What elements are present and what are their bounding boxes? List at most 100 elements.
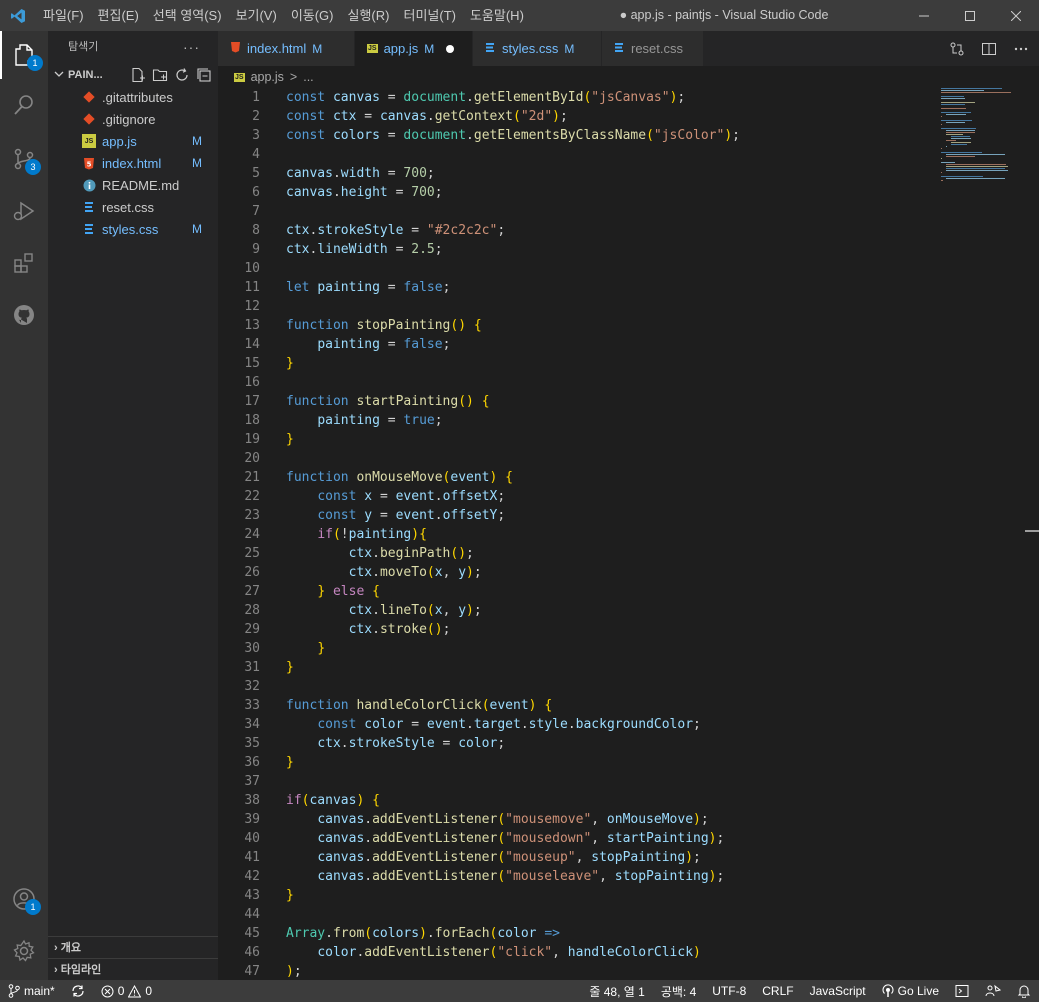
tab-index-html[interactable]: index.html M <box>218 31 355 66</box>
line-number: 26 <box>244 565 260 580</box>
breadcrumb-file[interactable]: app.js <box>251 70 284 84</box>
minimap[interactable] <box>941 88 1025 188</box>
menu-bar: 파일(F) 편집(E) 선택 영역(S) 보기(V) 이동(G) 실행(R) 터… <box>36 0 531 31</box>
minimap-line <box>941 88 1002 89</box>
file-item[interactable]: reset.css <box>48 196 218 218</box>
search-button[interactable] <box>0 81 48 129</box>
branch-indicator[interactable]: main* <box>0 980 63 1002</box>
line-number: 9 <box>252 242 260 257</box>
cursor-position[interactable]: 줄 48, 열 1 <box>581 980 652 1002</box>
indentation[interactable]: 공백: 4 <box>653 980 704 1002</box>
menu-go[interactable]: 이동(G) <box>284 0 341 31</box>
code-text: painting = true; <box>317 413 443 428</box>
error-icon <box>101 985 114 997</box>
scm-badge: 3 <box>25 159 41 175</box>
error-count: 0 <box>117 984 125 998</box>
end-of-line[interactable]: CRLF <box>754 980 801 1002</box>
more-actions-button[interactable]: ··· <box>183 31 200 64</box>
file-name: .gitattributes <box>102 89 173 105</box>
scrollbar-thumb[interactable] <box>1025 530 1039 532</box>
line-number: 6 <box>252 185 260 200</box>
warning-count: 0 <box>145 984 153 998</box>
menu-run[interactable]: 실행(R) <box>341 0 397 31</box>
file-item[interactable]: .gitattributes <box>48 86 218 108</box>
minimap-line <box>941 120 972 121</box>
close-button[interactable] <box>993 0 1039 31</box>
title-bar: 파일(F) 편집(E) 선택 영역(S) 보기(V) 이동(G) 실행(R) 터… <box>0 0 1039 31</box>
feedback-button[interactable] <box>977 980 1009 1002</box>
folder-name: PAIN... <box>68 69 103 81</box>
file-item[interactable]: styles.css M <box>48 218 218 240</box>
manage-button[interactable] <box>0 927 48 975</box>
accounts-button[interactable]: 1 <box>0 875 48 923</box>
code-text: canvas.addEventListener("mouseup", stopP… <box>317 850 701 865</box>
menu-file[interactable]: 파일(F) <box>36 0 91 31</box>
new-folder-icon[interactable] <box>152 67 168 83</box>
problems-indicator[interactable]: 0 0 <box>93 980 160 1002</box>
code-editor[interactable]: 1 const canvas = document.getElementById(… <box>218 88 1039 980</box>
sync-button[interactable] <box>63 980 93 1002</box>
terminal-button[interactable] <box>947 980 977 1002</box>
tab-modified-badge: M <box>424 41 435 56</box>
file-item[interactable]: JS app.js M <box>48 130 218 152</box>
extensions-button[interactable] <box>0 239 48 287</box>
code-text: ctx.beginPath(); <box>348 546 474 561</box>
breadcrumb-separator: > <box>289 70 298 84</box>
maximize-button[interactable] <box>947 0 993 31</box>
code-text: const ctx = canvas.getContext("2d"); <box>286 109 568 124</box>
line-number: 47 <box>244 964 260 979</box>
tab-app-js[interactable]: JS app.js M <box>355 31 473 66</box>
breadcrumb-rest[interactable]: ... <box>303 70 313 84</box>
accounts-badge: 1 <box>25 899 41 915</box>
compare-changes-icon[interactable] <box>949 41 965 57</box>
menu-help[interactable]: 도움말(H) <box>463 0 531 31</box>
file-item[interactable]: 5 index.html M <box>48 152 218 174</box>
collapse-all-icon[interactable] <box>196 67 212 83</box>
language-mode[interactable]: JavaScript <box>802 980 874 1002</box>
line-number: 3 <box>252 128 260 143</box>
line-number: 20 <box>244 451 260 466</box>
file-item[interactable]: README.md <box>48 174 218 196</box>
run-debug-button[interactable] <box>0 187 48 235</box>
new-file-icon[interactable] <box>130 67 146 83</box>
explorer-button[interactable]: 1 <box>0 31 48 79</box>
tab-reset-css[interactable]: reset.css <box>602 31 704 66</box>
menu-terminal[interactable]: 터미널(T) <box>396 0 462 31</box>
source-control-button[interactable]: 3 <box>0 135 48 183</box>
css-icon <box>82 222 96 236</box>
split-editor-icon[interactable] <box>981 41 997 57</box>
code-text: ctx.lineTo(x, y); <box>348 603 482 618</box>
outline-section[interactable]: › 개요 <box>48 936 218 958</box>
menu-view[interactable]: 보기(V) <box>229 0 284 31</box>
unsaved-dot-icon[interactable] <box>446 44 455 53</box>
notifications-button[interactable] <box>1009 980 1039 1002</box>
refresh-icon[interactable] <box>174 67 190 83</box>
line-number: 39 <box>244 812 260 827</box>
line-number: 11 <box>244 280 260 295</box>
github-icon <box>14 305 34 325</box>
minimize-button[interactable] <box>901 0 947 31</box>
minimap-line <box>941 128 976 129</box>
minimap-line <box>941 162 955 163</box>
minimap-line <box>946 130 975 131</box>
timeline-section[interactable]: › 타임라인 <box>48 958 218 980</box>
line-number: 17 <box>244 394 260 409</box>
workspace-folder[interactable]: PAIN... <box>48 64 218 86</box>
tab-styles-css[interactable]: styles.css M <box>473 31 602 66</box>
more-actions-icon[interactable] <box>1013 41 1029 57</box>
svg-text:5: 5 <box>87 160 92 168</box>
code-text: ctx.strokeStyle = "#2c2c2c"; <box>286 223 506 238</box>
line-number: 8 <box>252 223 260 238</box>
minimap-line <box>941 108 966 109</box>
line-number: 22 <box>244 489 260 504</box>
minimap-line <box>941 116 942 117</box>
encoding[interactable]: UTF-8 <box>704 980 754 1002</box>
file-item[interactable]: .gitignore <box>48 108 218 130</box>
github-button[interactable] <box>0 291 48 339</box>
minimap-line <box>941 152 982 153</box>
go-live-button[interactable]: Go Live <box>874 980 947 1002</box>
file-name: .gitignore <box>102 111 156 127</box>
menu-selection[interactable]: 선택 영역(S) <box>146 0 229 31</box>
menu-edit[interactable]: 편집(E) <box>91 0 146 31</box>
minimap-line <box>946 122 965 123</box>
